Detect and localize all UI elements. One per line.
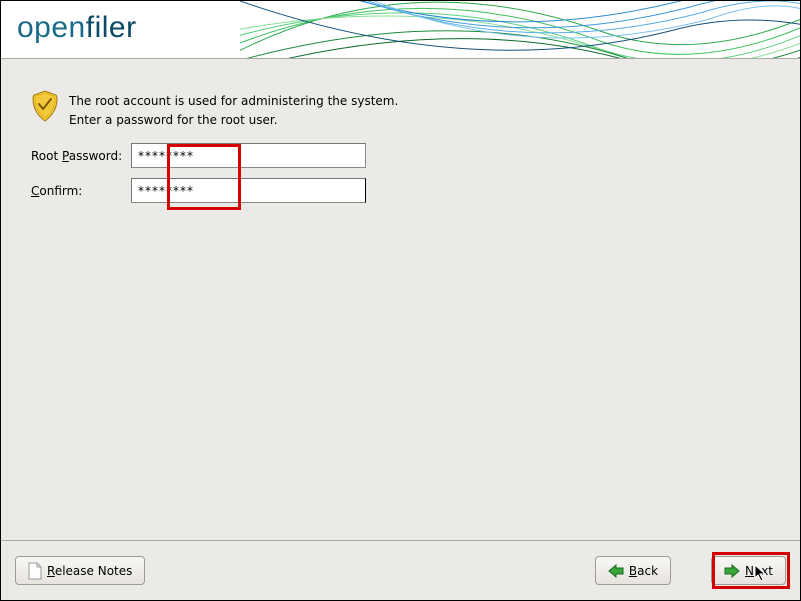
release-notes-button[interactable]: Release Notes xyxy=(15,556,145,585)
file-icon xyxy=(28,562,42,580)
arrow-left-icon xyxy=(608,564,624,578)
back-button[interactable]: Back xyxy=(595,556,671,585)
intro-line-2: Enter a password for the root user. xyxy=(69,111,398,130)
next-button[interactable]: Next xyxy=(711,556,786,585)
root-password-row: Root Password: xyxy=(31,143,770,168)
footer: Release Notes Back Next xyxy=(1,540,800,600)
root-password-label: Root Password: xyxy=(31,149,131,163)
confirm-label: Confirm: xyxy=(31,184,131,198)
header: openfiler xyxy=(1,1,800,59)
arrow-right-icon xyxy=(724,564,740,578)
content-area: The root account is used for administeri… xyxy=(1,60,800,540)
logo-open: open xyxy=(17,11,86,44)
intro-text: The root account is used for administeri… xyxy=(69,90,398,129)
openfiler-logo: openfiler xyxy=(17,11,137,45)
confirm-row: Confirm: xyxy=(31,178,770,203)
confirm-input[interactable] xyxy=(131,178,366,203)
root-password-input[interactable] xyxy=(131,143,366,168)
logo-filer: filer xyxy=(86,11,137,44)
header-swirls-decoration xyxy=(240,1,800,59)
intro-row: The root account is used for administeri… xyxy=(31,90,770,129)
password-form: Root Password: Confirm: xyxy=(31,143,770,203)
installer-window: openfiler xyxy=(0,0,801,601)
intro-line-1: The root account is used for administeri… xyxy=(69,92,398,111)
shield-icon xyxy=(31,90,59,122)
